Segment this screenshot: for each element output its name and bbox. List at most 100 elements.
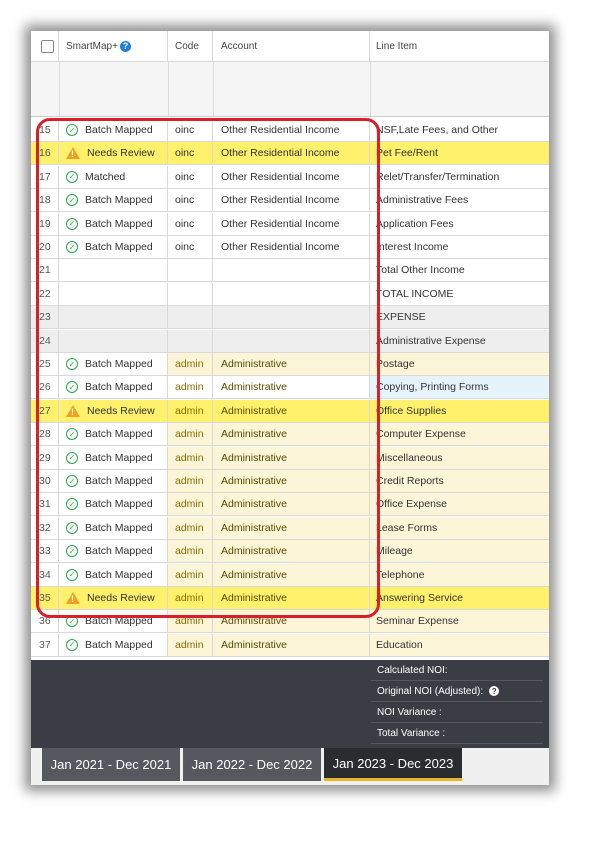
- code-cell[interactable]: admin: [168, 516, 213, 540]
- smartmap-status-cell[interactable]: ✓ Matched: [59, 165, 168, 189]
- smartmap-status-cell[interactable]: ✓ Batch Mapped: [59, 633, 168, 657]
- code-header[interactable]: Code: [168, 31, 213, 62]
- table-row[interactable]: 27! Needs Review admin Administrative Office…: [31, 399, 549, 423]
- table-row[interactable]: 28 ✓ Batch Mapped admin Administrative Comput…: [31, 423, 549, 447]
- account-cell[interactable]: Other Residential Income: [213, 165, 370, 189]
- account-cell[interactable]: [213, 329, 370, 353]
- smartmap-status-cell[interactable]: [59, 259, 168, 283]
- smartmap-status-cell[interactable]: ✓ Batch Mapped: [59, 563, 168, 587]
- tab-jan-2023[interactable]: Jan 2023 - Dec 2023: [324, 748, 462, 781]
- account-cell[interactable]: Administrative: [213, 376, 370, 400]
- table-row[interactable]: 35! Needs Review admin Administrative Answer…: [31, 587, 549, 610]
- account-cell[interactable]: [213, 282, 370, 306]
- smartmap-status-cell[interactable]: ! Needs Review: [59, 142, 168, 166]
- smartmap-status-cell[interactable]: ✓ Batch Mapped: [59, 189, 168, 213]
- smartmap-status-cell[interactable]: ! Needs Review: [59, 587, 168, 610]
- account-cell[interactable]: [213, 306, 370, 330]
- table-row[interactable]: 25 ✓ Batch Mapped admin Administrative Postag…: [31, 353, 549, 376]
- table-row[interactable]: 34 ✓ Batch Mapped admin Administrative Teleph…: [31, 563, 549, 587]
- code-cell[interactable]: oinc: [168, 212, 213, 236]
- table-row[interactable]: 22 TOTAL INCOME: [31, 282, 549, 306]
- account-cell[interactable]: Administrative: [213, 587, 370, 610]
- account-cell[interactable]: Administrative: [213, 423, 370, 447]
- account-cell[interactable]: Other Residential Income: [213, 212, 370, 236]
- account-cell[interactable]: [213, 259, 370, 283]
- code-cell[interactable]: admin: [168, 633, 213, 657]
- smartmap-status-cell[interactable]: [59, 306, 168, 330]
- account-cell[interactable]: Administrative: [213, 446, 370, 470]
- account-cell[interactable]: Administrative: [213, 493, 370, 517]
- smartmap-status-cell[interactable]: ✓ Batch Mapped: [59, 119, 168, 142]
- account-cell[interactable]: Administrative: [213, 399, 370, 423]
- smartmap-status-cell[interactable]: ✓ Batch Mapped: [59, 540, 168, 564]
- table-row[interactable]: 33 ✓ Batch Mapped admin Administrative Mileag…: [31, 540, 549, 564]
- account-cell[interactable]: Other Residential Income: [213, 142, 370, 166]
- smartmap-status-cell[interactable]: ✓ Batch Mapped: [59, 353, 168, 376]
- smartmap-status-cell[interactable]: ✓ Batch Mapped: [59, 516, 168, 540]
- table-row[interactable]: 30 ✓ Batch Mapped admin Administrative Credit…: [31, 470, 549, 493]
- tab-jan-2021[interactable]: Jan 2021 - Dec 2021: [42, 748, 180, 781]
- code-cell[interactable]: oinc: [168, 142, 213, 166]
- table-row[interactable]: 15 ✓ Batch Mapped oinc Other Residential Inc…: [31, 119, 549, 142]
- code-cell[interactable]: oinc: [168, 236, 213, 259]
- account-cell[interactable]: Other Residential Income: [213, 189, 370, 213]
- account-cell[interactable]: Administrative: [213, 470, 370, 493]
- table-row[interactable]: 31 ✓ Batch Mapped admin Administrative Office…: [31, 493, 549, 517]
- filter-cell[interactable]: [59, 62, 169, 116]
- table-row[interactable]: 32 ✓ Batch Mapped admin Administrative Lease …: [31, 516, 549, 540]
- filter-cell[interactable]: [168, 62, 214, 116]
- smartmap-status-cell[interactable]: ✓ Batch Mapped: [59, 423, 168, 447]
- code-cell[interactable]: admin: [168, 376, 213, 400]
- code-cell[interactable]: admin: [168, 587, 213, 610]
- code-cell[interactable]: [168, 329, 213, 353]
- table-row[interactable]: 21 Total Other Income: [31, 259, 549, 283]
- table-row[interactable]: 19 ✓ Batch Mapped oinc Other Residential Inc…: [31, 212, 549, 236]
- smartmap-status-cell[interactable]: ✓ Batch Mapped: [59, 610, 168, 634]
- account-cell[interactable]: Administrative: [213, 353, 370, 376]
- smartmap-status-cell[interactable]: ✓ Batch Mapped: [59, 493, 168, 517]
- code-cell[interactable]: [168, 259, 213, 283]
- code-cell[interactable]: oinc: [168, 165, 213, 189]
- table-row[interactable]: 26 ✓ Batch Mapped admin Administrative Copyin…: [31, 376, 549, 400]
- smartmap-header[interactable]: SmartMap+ ?: [59, 31, 168, 62]
- code-cell[interactable]: admin: [168, 540, 213, 564]
- code-cell[interactable]: oinc: [168, 119, 213, 142]
- table-row[interactable]: 37 ✓ Batch Mapped admin Administrative Educat…: [31, 633, 549, 657]
- code-cell[interactable]: admin: [168, 610, 213, 634]
- smartmap-status-cell[interactable]: ✓ Batch Mapped: [59, 236, 168, 259]
- tab-jan-2022[interactable]: Jan 2022 - Dec 2022: [183, 748, 321, 781]
- account-cell[interactable]: Other Residential Income: [213, 236, 370, 259]
- account-cell[interactable]: Administrative: [213, 610, 370, 634]
- table-row[interactable]: 17 ✓ Matched oinc Other Residential Income Re…: [31, 165, 549, 189]
- help-icon[interactable]: ?: [119, 40, 131, 52]
- code-cell[interactable]: admin: [168, 423, 213, 447]
- code-cell[interactable]: admin: [168, 399, 213, 423]
- table-row[interactable]: 16! Needs Review oinc Other Residential Inc…: [31, 142, 549, 166]
- account-cell[interactable]: Other Residential Income: [213, 119, 370, 142]
- table-row[interactable]: 24 Administrative Expense: [31, 329, 549, 353]
- smartmap-status-cell[interactable]: ✓ Batch Mapped: [59, 212, 168, 236]
- code-cell[interactable]: [168, 306, 213, 330]
- select-all-cell[interactable]: [31, 31, 59, 62]
- smartmap-status-cell[interactable]: ✓ Batch Mapped: [59, 470, 168, 493]
- table-row[interactable]: 23 EXPENSE: [31, 306, 549, 330]
- smartmap-status-cell[interactable]: ! Needs Review: [59, 399, 168, 423]
- code-cell[interactable]: admin: [168, 446, 213, 470]
- select-all-checkbox[interactable]: [41, 39, 54, 53]
- smartmap-status-cell[interactable]: ✓ Batch Mapped: [59, 376, 168, 400]
- code-cell[interactable]: admin: [168, 493, 213, 517]
- account-cell[interactable]: Administrative: [213, 563, 370, 587]
- code-cell[interactable]: admin: [168, 563, 213, 587]
- table-row[interactable]: 18 ✓ Batch Mapped oinc Other Residential Inc…: [31, 189, 549, 213]
- smartmap-status-cell[interactable]: [59, 329, 168, 353]
- code-cell[interactable]: admin: [168, 470, 213, 493]
- code-cell[interactable]: [168, 282, 213, 306]
- code-cell[interactable]: oinc: [168, 189, 213, 213]
- code-cell[interactable]: admin: [168, 353, 213, 376]
- table-row[interactable]: 20 ✓ Batch Mapped oinc Other Residential Inc…: [31, 236, 549, 259]
- smartmap-status-cell[interactable]: ✓ Batch Mapped: [59, 446, 168, 470]
- table-row[interactable]: 29 ✓ Batch Mapped admin Administrative Miscel…: [31, 446, 549, 470]
- account-header[interactable]: Account: [213, 31, 370, 62]
- table-row[interactable]: 36 ✓ Batch Mapped admin Administrative Semina…: [31, 610, 549, 634]
- filter-cell[interactable]: [213, 62, 371, 116]
